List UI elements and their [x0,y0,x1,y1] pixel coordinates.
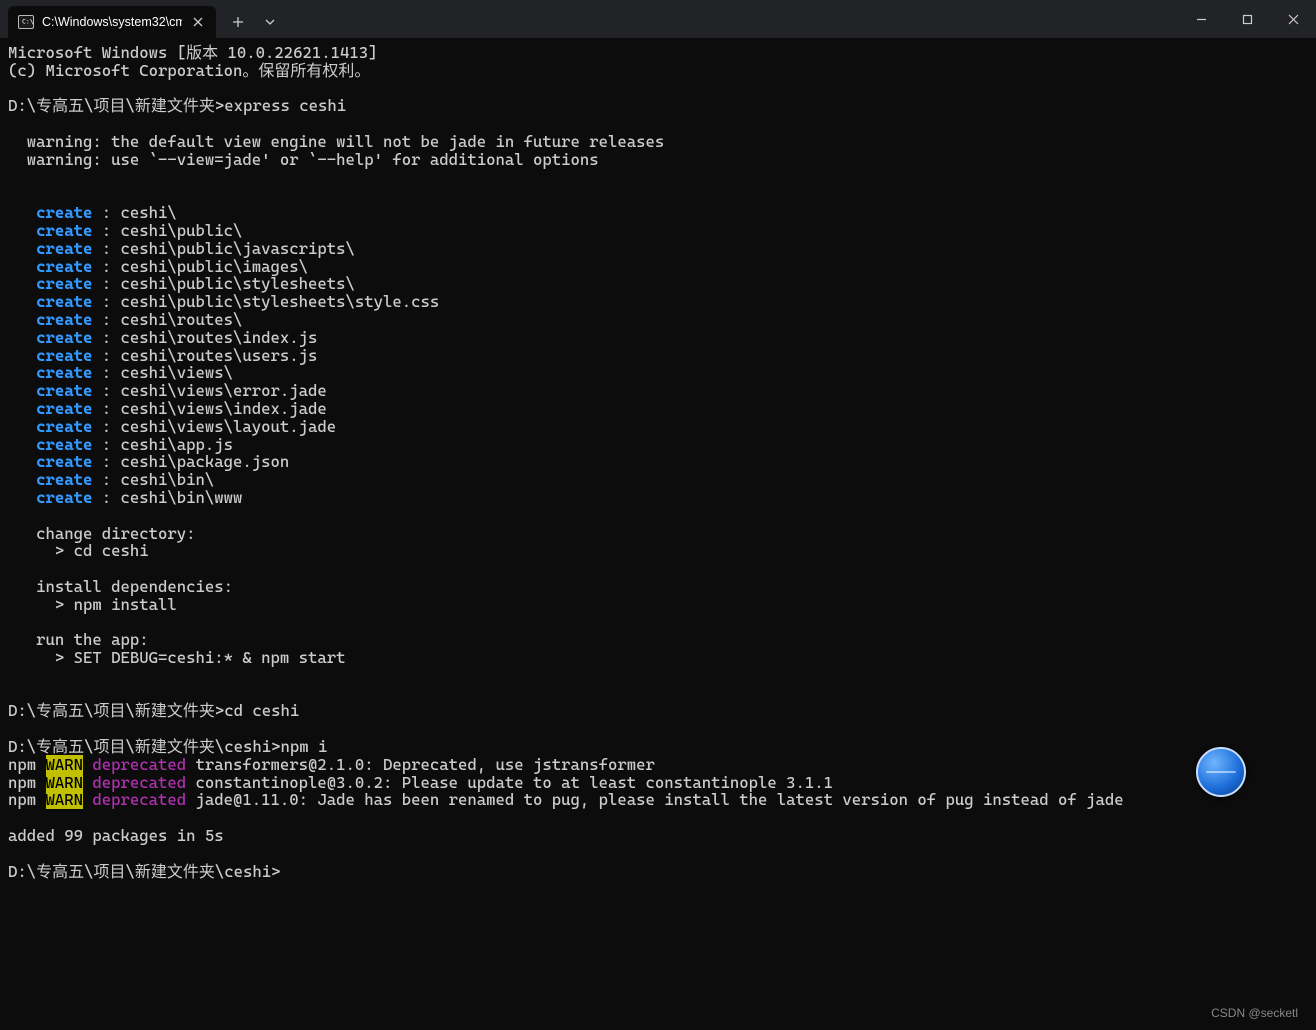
tab-title: C:\Windows\system32\cmd.e [42,15,182,29]
terminal-line: create : ceshi\bin\www [8,489,1308,507]
terminal-line [8,809,1308,827]
terminal-line: change directory: [8,525,1308,543]
close-tab-button[interactable] [190,14,206,30]
terminal-window: C:\ C:\Windows\system32\cmd.e [0,0,1316,1030]
terminal-line: D:\专高五\项目\新建文件夹\ceshi> [8,863,1308,881]
terminal-line: create : ceshi\views\error.jade [8,382,1308,400]
terminal-line: create : ceshi\package.json [8,453,1308,471]
terminal-line: create : ceshi\public\stylesheets\ [8,275,1308,293]
terminal-line: install dependencies: [8,578,1308,596]
new-tab-button[interactable] [222,6,254,38]
assistant-badge-icon[interactable] [1196,747,1246,797]
close-window-button[interactable] [1270,0,1316,38]
terminal-line: D:\专高五\项目\新建文件夹\ceshi>npm i [8,738,1308,756]
terminal-line: warning: the default view engine will no… [8,133,1308,151]
terminal-line: create : ceshi\routes\users.js [8,347,1308,365]
terminal-line: create : ceshi\views\index.jade [8,400,1308,418]
tab-strip: C:\ C:\Windows\system32\cmd.e [0,0,286,38]
terminal-line [8,667,1308,685]
terminal-line: > cd ceshi [8,542,1308,560]
terminal-line: run the app: [8,631,1308,649]
terminal-line: create : ceshi\routes\index.js [8,329,1308,347]
terminal-line: npm WARN deprecated transformers@2.1.0: … [8,756,1308,774]
tab-dropdown-button[interactable] [254,6,286,38]
terminal-line: create : ceshi\views\ [8,364,1308,382]
window-controls [1178,0,1316,38]
terminal-line [8,115,1308,133]
terminal-line: create : ceshi\public\stylesheets\style.… [8,293,1308,311]
terminal-line [8,720,1308,738]
terminal-line: create : ceshi\public\javascripts\ [8,240,1308,258]
terminal-line: create : ceshi\routes\ [8,311,1308,329]
terminal-line [8,186,1308,204]
terminal-line: warning: use `--view=jade' or `--help' f… [8,151,1308,169]
terminal-content[interactable]: Microsoft Windows [版本 10.0.22621.1413](c… [0,38,1316,1030]
terminal-line [8,685,1308,703]
terminal-line: added 99 packages in 5s [8,827,1308,845]
terminal-line [8,80,1308,98]
minimize-button[interactable] [1178,0,1224,38]
tab-cmd[interactable]: C:\ C:\Windows\system32\cmd.e [8,6,216,38]
terminal-line: D:\专高五\项目\新建文件夹>cd ceshi [8,702,1308,720]
terminal-line: create : ceshi\public\ [8,222,1308,240]
maximize-button[interactable] [1224,0,1270,38]
terminal-line: D:\专高五\项目\新建文件夹>express ceshi [8,97,1308,115]
terminal-line [8,169,1308,187]
cmd-icon: C:\ [18,14,34,30]
terminal-line: create : ceshi\bin\ [8,471,1308,489]
terminal-line [8,845,1308,863]
terminal-line [8,507,1308,525]
svg-text:C:\: C:\ [22,18,34,26]
terminal-line: > npm install [8,596,1308,614]
terminal-line: create : ceshi\public\images\ [8,258,1308,276]
terminal-line: create : ceshi\app.js [8,436,1308,454]
terminal-line: create : ceshi\ [8,204,1308,222]
terminal-line: npm WARN deprecated constantinople@3.0.2… [8,774,1308,792]
watermark-text: CSDN @secketl [1211,1006,1298,1020]
terminal-line: create : ceshi\views\layout.jade [8,418,1308,436]
titlebar: C:\ C:\Windows\system32\cmd.e [0,0,1316,38]
terminal-line: (c) Microsoft Corporation。保留所有权利。 [8,62,1308,80]
terminal-line [8,560,1308,578]
tab-actions [222,0,286,38]
terminal-line: > SET DEBUG=ceshi:* & npm start [8,649,1308,667]
terminal-line: npm WARN deprecated jade@1.11.0: Jade ha… [8,791,1308,809]
terminal-line [8,614,1308,632]
terminal-line: Microsoft Windows [版本 10.0.22621.1413] [8,44,1308,62]
